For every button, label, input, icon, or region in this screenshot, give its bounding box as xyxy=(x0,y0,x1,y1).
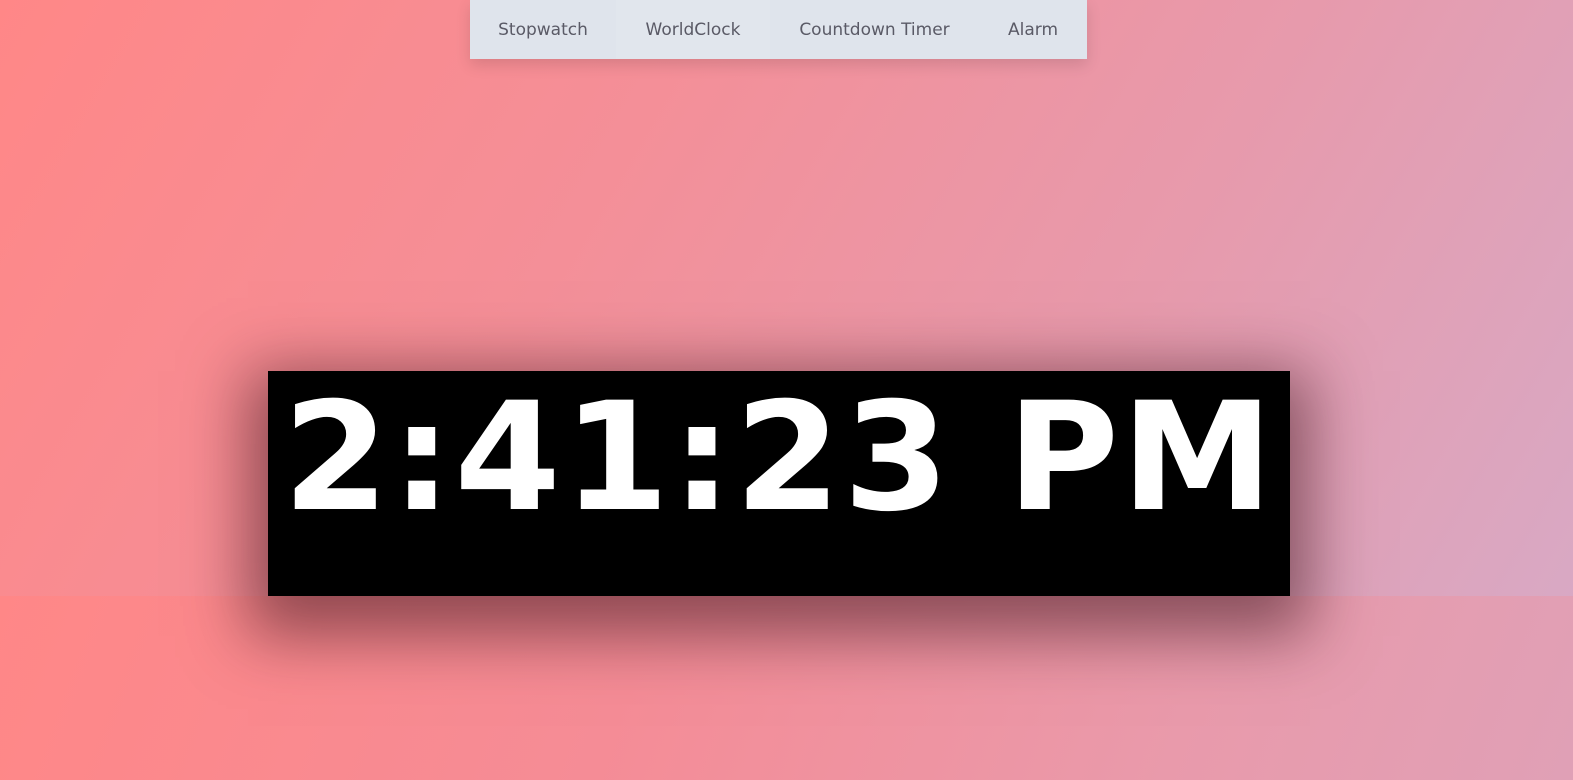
nav-alarm[interactable]: Alarm xyxy=(979,0,1087,59)
nav-worldclock[interactable]: WorldClock xyxy=(616,0,770,59)
top-nav: Stopwatch WorldClock Countdown Timer Ala… xyxy=(470,0,1087,59)
nav-countdown-timer[interactable]: Countdown Timer xyxy=(770,0,979,59)
background-lower xyxy=(0,596,1573,780)
clock-time: 2:41:23 PM xyxy=(282,371,1276,545)
nav-stopwatch[interactable]: Stopwatch xyxy=(470,0,616,59)
clock-display: 2:41:23 PM xyxy=(268,371,1290,596)
